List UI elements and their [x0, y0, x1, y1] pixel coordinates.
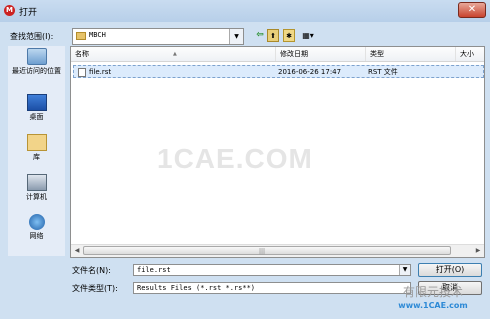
place-label: 计算机 — [26, 193, 47, 201]
library-icon — [26, 134, 47, 151]
file-row[interactable]: file.rst 2016-06-26 17:47 RST 文件 — [73, 65, 484, 78]
column-header-date[interactable]: 修改日期 — [276, 47, 366, 61]
chevron-down-icon[interactable]: ▼ — [399, 265, 410, 275]
look-in-value: MBCH — [89, 31, 106, 39]
new-folder-icon[interactable]: ✱ — [283, 29, 295, 42]
look-in-dropdown[interactable]: MBCH ▼ — [72, 28, 244, 45]
brand-text: 有限元技术 — [402, 285, 463, 299]
network-icon — [28, 214, 45, 230]
place-computer[interactable]: 计算机 — [8, 174, 65, 202]
grip-icon: ||| — [259, 248, 266, 255]
title-bar: M 打开 ✕ — [0, 0, 490, 22]
place-recent[interactable]: 最近访问的位置 — [8, 48, 65, 76]
place-label: 网络 — [29, 232, 44, 240]
up-folder-icon[interactable]: ⬆ — [267, 29, 279, 42]
column-headers: 名称 ▲ 修改日期 类型 大小 — [71, 47, 484, 62]
column-label: 名称 — [75, 50, 89, 58]
horizontal-scrollbar[interactable]: ◀ ||| ▶ — [71, 244, 484, 257]
place-desktop[interactable]: 桌面 — [8, 94, 65, 122]
filename-field[interactable]: file.rst ▼ — [133, 264, 411, 276]
back-arrow-icon[interactable]: ⇦ — [254, 29, 266, 42]
look-in-label: 查找范围(I): — [10, 32, 54, 41]
chevron-down-icon[interactable]: ▼ — [229, 29, 243, 44]
file-icon — [78, 68, 86, 77]
place-label: 桌面 — [29, 113, 44, 121]
brand-watermark: 有限元技术 www.1CAE.com — [378, 286, 488, 312]
window-title: 打开 — [19, 8, 38, 18]
folder-icon — [76, 32, 86, 40]
brand-url: www.1CAE.com — [398, 301, 468, 310]
column-header-name[interactable]: 名称 ▲ — [71, 47, 276, 61]
place-label: 最近访问的位置 — [12, 67, 61, 75]
file-list[interactable]: 名称 ▲ 修改日期 类型 大小 file.rst 2016-06-26 17:4… — [70, 46, 485, 258]
app-logo-icon: M — [4, 5, 15, 16]
filetype-label: 文件类型(T): — [72, 284, 118, 293]
close-button[interactable]: ✕ — [458, 2, 486, 18]
place-network[interactable]: 网络 — [8, 214, 65, 241]
scroll-right-icon[interactable]: ▶ — [472, 245, 484, 257]
column-header-size[interactable]: 大小 — [456, 47, 484, 61]
filename-value: file.rst — [137, 266, 171, 274]
file-name: file.rst — [89, 68, 112, 76]
places-bar: 最近访问的位置 桌面 库 计算机 网络 — [8, 46, 65, 256]
filetype-value: Results Files (*.rst *.rs**) — [137, 284, 256, 292]
scroll-left-icon[interactable]: ◀ — [71, 245, 83, 257]
open-button[interactable]: 打开(O) — [418, 263, 482, 277]
desktop-icon — [26, 94, 47, 111]
view-menu-icon[interactable]: ▦▾ — [298, 29, 318, 42]
filename-label: 文件名(N): — [72, 266, 111, 275]
watermark-text: 1CAE.COM — [157, 143, 313, 174]
file-type: RST 文件 — [368, 68, 398, 76]
sort-arrow-icon: ▲ — [173, 51, 177, 57]
file-date: 2016-06-26 17:47 — [278, 68, 342, 76]
computer-icon — [26, 174, 47, 191]
column-header-type[interactable]: 类型 — [366, 47, 456, 61]
place-library[interactable]: 库 — [8, 134, 65, 162]
recent-places-icon — [26, 48, 47, 65]
place-label: 库 — [33, 153, 40, 161]
filetype-dropdown[interactable]: Results Files (*.rst *.rs**) — [133, 282, 411, 294]
scroll-thumb[interactable]: ||| — [83, 246, 451, 255]
